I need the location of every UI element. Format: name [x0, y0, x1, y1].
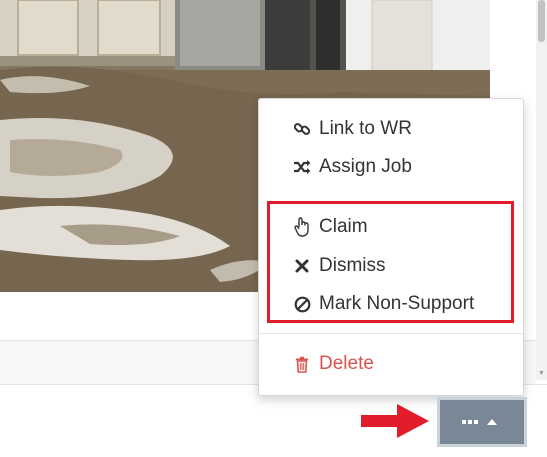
ban-icon — [291, 296, 313, 313]
ellipsis-caret-up-icon — [462, 419, 497, 425]
menu-item-label: Claim — [319, 216, 368, 237]
menu-item-claim[interactable]: Claim — [259, 210, 523, 244]
scroll-down-icon[interactable]: ▼ — [536, 368, 547, 380]
scrollbar-thumb[interactable] — [538, 0, 545, 42]
link-icon — [291, 120, 313, 138]
menu-item-label: Mark Non-Support — [319, 293, 475, 314]
menu-item-label: Delete — [319, 353, 374, 374]
menu-item-dismiss[interactable]: Dismiss — [259, 249, 523, 283]
menu-item-label: Link to WR — [319, 118, 412, 139]
actions-dropdown-menu: Link to WR Assign Job Claim Dismiss Mark… — [258, 98, 524, 396]
menu-item-link-to-wr[interactable]: Link to WR — [259, 112, 523, 146]
actions-menu-toggle-button[interactable] — [437, 397, 527, 447]
scrollbar-track[interactable] — [536, 0, 547, 380]
annotation-arrow-icon — [361, 404, 429, 438]
menu-item-assign-job[interactable]: Assign Job — [259, 150, 523, 184]
times-icon — [291, 259, 313, 273]
shuffle-icon — [291, 159, 313, 175]
menu-divider — [259, 333, 523, 334]
menu-item-mark-non-support[interactable]: Mark Non-Support — [259, 287, 523, 321]
trash-icon — [291, 356, 313, 373]
menu-item-label: Dismiss — [319, 255, 386, 276]
menu-item-label: Assign Job — [319, 156, 412, 177]
hand-pointer-icon — [291, 217, 313, 237]
menu-item-delete[interactable]: Delete — [259, 347, 523, 381]
